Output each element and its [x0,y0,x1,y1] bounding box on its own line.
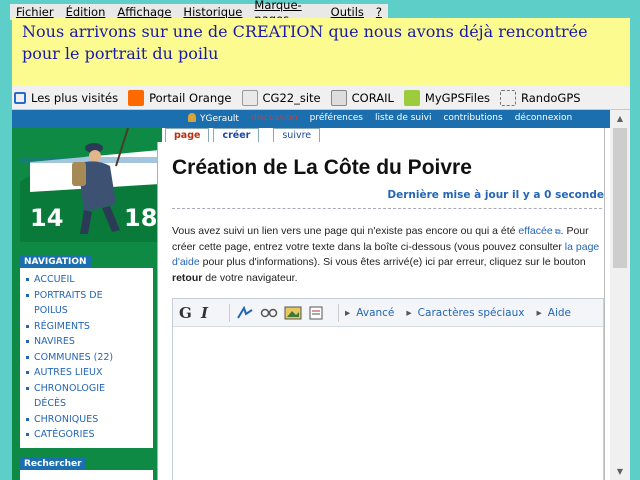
link-icon[interactable] [260,306,278,320]
last-updated: Dernière mise à jour il y a 0 seconde [387,189,604,201]
poilu-illustration: 14 18 [20,127,160,242]
nav-item-regiments[interactable]: RÉGIMENTS [26,319,153,335]
reference-icon[interactable] [308,306,326,320]
watchlist-link[interactable]: liste de suivi [375,113,431,124]
bookmarks-list: Les plus visités Portail Orange CG22_sit… [14,88,591,108]
logout-link[interactable]: déconnexion [515,113,573,124]
page-title: Création de La Côte du Poivre [172,156,472,179]
help-toggle[interactable]: Aide [536,307,571,319]
tab-create[interactable]: créer [213,128,260,142]
external-link-icon: ⧉ [552,227,561,236]
nav-item-chronologie[interactable]: CHRONOLOGIE [26,381,153,397]
navigation-header: NAVIGATION [20,256,91,268]
intro-paragraph: Vous avez suivi un lien vers une page qu… [172,225,600,284]
edit-textarea[interactable] [173,327,603,480]
contributions-link[interactable]: contributions [443,113,502,124]
scroll-up-arrow-icon[interactable]: ▲ [610,110,630,127]
menu-aide[interactable]: ? [370,5,388,19]
menu-fichier[interactable]: Fichier [10,5,60,19]
orange-icon [128,90,145,106]
mygps-icon [403,90,420,106]
nav-item-autres-lieux[interactable]: AUTRES LIEUX [26,365,153,381]
web-page: 14 18 YGerault discussion préférences li… [12,110,630,480]
toolbar-separator [338,303,339,322]
tab-watch[interactable]: suivre [273,128,321,142]
menu-outils[interactable]: Outils [325,5,370,19]
personal-tools: YGerault discussion préférences liste de… [188,113,572,124]
discussion-link[interactable]: discussion [251,113,298,124]
bookmark-randogps[interactable]: RandoGPS [500,90,581,106]
search-icon [14,92,26,104]
bookmark-cg22[interactable]: CG22_site [241,90,321,106]
content-area: Création de La Côte du Poivre Dernière m… [157,142,604,480]
scroll-down-arrow-icon[interactable]: ▼ [610,463,630,480]
preferences-link[interactable]: préférences [310,113,363,124]
signature-icon[interactable] [236,305,254,320]
advanced-toggle[interactable]: Avancé [345,307,394,319]
annotation-note: Nous arrivons sur une de CREATION que no… [12,18,630,86]
menu-affichage[interactable]: Affichage [111,5,177,19]
italic-button[interactable]: I [201,304,223,322]
page-tabs: page créer suivre [165,128,321,142]
editor-toolbar: G I Avancé Caractères spéciaux Aide [173,299,603,327]
nav-item-portraits-cont[interactable]: POILUS [26,303,153,319]
nav-item-categories[interactable]: CATÉGORIES [26,427,153,443]
corail-icon [330,90,347,106]
divider [172,208,602,209]
navigation-box: ACCUEIL PORTRAITS DE POILUS RÉGIMENTS NA… [20,268,153,448]
bookmark-plus-visites[interactable]: Les plus visités [14,91,118,105]
user-link[interactable]: YGerault [188,113,239,124]
page-icon [500,90,517,106]
search-box[interactable] [20,470,153,480]
scroll-thumb[interactable] [613,128,627,268]
bookmark-mygpsfiles[interactable]: MyGPSFiles [403,90,490,106]
nav-item-accueil[interactable]: ACCUEIL [26,272,153,288]
image-icon[interactable] [284,306,302,320]
nav-item-navires[interactable]: NAVIRES [26,334,153,350]
nav-item-deces[interactable]: DÉCÈS [26,396,153,412]
search-header: Rechercher [20,458,86,470]
nav-item-communes[interactable]: COMMUNES (22) [26,350,153,366]
special-chars-toggle[interactable]: Caractères spéciaux [406,307,525,319]
toolbar-separator [229,303,230,322]
user-icon [188,113,196,122]
cg22-icon [241,90,258,106]
logo-year-right: 18 [124,204,157,232]
vertical-scrollbar[interactable]: ▲ ▼ [610,110,630,480]
bookmark-portail-orange[interactable]: Portail Orange [128,90,232,106]
bookmark-corail[interactable]: CORAIL [330,90,394,106]
wiki-editor: G I Avancé Caractères spéciaux Aide [172,298,604,480]
tab-page[interactable]: page [165,128,210,142]
nav-item-portraits[interactable]: PORTRAITS DE [26,288,153,304]
menu-edition[interactable]: Édition [60,5,112,19]
menu-historique[interactable]: Historique [177,5,248,19]
nav-item-chroniques[interactable]: CHRONIQUES [26,412,153,428]
logo-year-left: 14 [30,204,63,232]
bold-button[interactable]: G [179,304,201,322]
site-logo[interactable]: 14 18 [20,122,160,242]
effacee-link[interactable]: effacée [518,225,552,237]
